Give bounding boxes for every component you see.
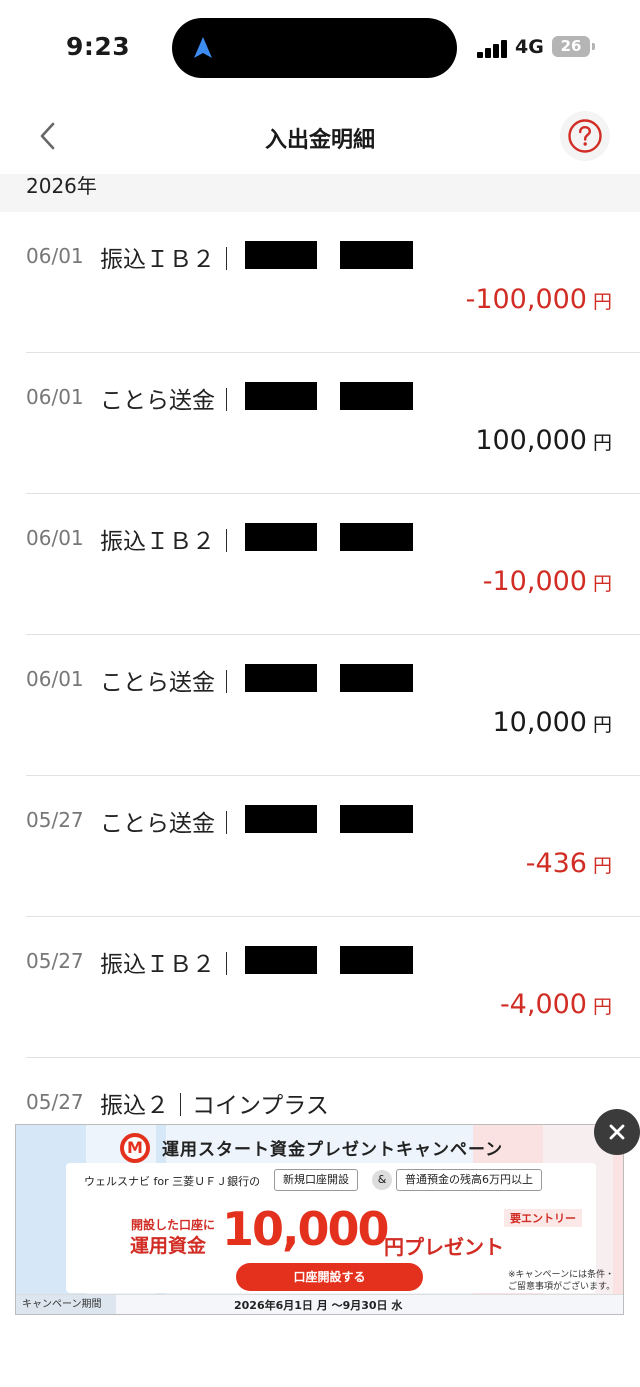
transaction-row[interactable]: 06/01 振込ＩＢ２｜ -10,000 円 xyxy=(0,494,640,635)
amount-value: 100,000 xyxy=(475,425,587,456)
year-section-header: 2026年 xyxy=(0,174,640,212)
transaction-date: 05/27 xyxy=(26,1090,84,1114)
currency-unit: 円 xyxy=(592,432,612,454)
transaction-row[interactable]: 06/01 振込ＩＢ２｜ -100,000 円 xyxy=(0,212,640,353)
network-type: 4G xyxy=(515,36,544,58)
redacted-block xyxy=(340,241,413,269)
redacted-block xyxy=(245,523,317,551)
redacted-block xyxy=(245,664,317,692)
currency-unit: 円 xyxy=(592,855,612,877)
status-time: 9:23 xyxy=(66,32,131,61)
transaction-description: 振込ＩＢ２｜ xyxy=(100,247,238,273)
transaction-date: 06/01 xyxy=(26,244,84,268)
redacted-block xyxy=(245,382,317,410)
transaction-date: 05/27 xyxy=(26,808,84,832)
redacted-block xyxy=(340,664,413,692)
page-header: 入出金明細 xyxy=(0,96,640,174)
transaction-amount: -10,000 円 xyxy=(483,566,612,597)
condition-tag: 新規口座開設 xyxy=(274,1169,358,1191)
campaign-present: 円プレゼント xyxy=(384,1235,504,1259)
close-banner-button[interactable] xyxy=(594,1109,640,1155)
redacted-block xyxy=(245,946,317,974)
amount-value: -4,000 xyxy=(499,989,587,1020)
transaction-description: 振込２｜コインプラス xyxy=(100,1093,329,1119)
transaction-description: 振込ＩＢ２｜ xyxy=(100,952,238,978)
transaction-description: ことら送金｜ xyxy=(100,670,238,696)
close-icon xyxy=(609,1124,625,1140)
transaction-description: ことら送金｜ xyxy=(100,388,238,414)
campaign-lead: 運用資金 xyxy=(130,1235,207,1257)
transaction-date: 06/01 xyxy=(26,385,84,409)
transaction-amount: 10,000 円 xyxy=(493,707,613,738)
amount-value: -100,000 xyxy=(465,284,587,315)
transaction-row[interactable]: 06/01 ことら送金｜ 10,000 円 xyxy=(0,635,640,776)
redacted-block xyxy=(245,805,317,833)
campaign-banner[interactable]: M 運用スタート資金プレゼントキャンペーン ウェルスナビ for 三菱ＵＦＪ銀行… xyxy=(15,1124,624,1315)
campaign-subtitle: ウェルスナビ for 三菱ＵＦＪ銀行の xyxy=(84,1175,261,1188)
amount-value: -436 xyxy=(525,848,587,879)
dynamic-island xyxy=(172,18,457,78)
campaign-note: ※キャンペーンには条件・ ご留意事項がございます。 xyxy=(508,1269,615,1293)
campaign-period: 2026年6月1日 月 ～9月30日 水 xyxy=(234,1299,403,1312)
transaction-date: 06/01 xyxy=(26,526,84,550)
transaction-row[interactable]: 06/01 ことら送金｜ 100,000 円 xyxy=(0,353,640,494)
transaction-description: 振込ＩＢ２｜ xyxy=(100,529,238,555)
signal-icon xyxy=(477,38,509,58)
note-line: ※キャンペーンには条件・ xyxy=(508,1270,615,1280)
redacted-block xyxy=(340,946,413,974)
transaction-row[interactable]: 05/27 振込ＩＢ２｜ -4,000 円 xyxy=(0,917,640,1058)
transaction-amount: -436 円 xyxy=(526,848,612,879)
help-button[interactable] xyxy=(560,111,610,161)
status-bar: 9:23 4G 26 xyxy=(0,0,640,96)
currency-unit: 円 xyxy=(592,573,612,595)
redacted-block xyxy=(340,805,413,833)
battery-icon: 26 xyxy=(552,36,590,57)
year-label: 2026年 xyxy=(26,174,97,198)
location-arrow-icon xyxy=(194,37,212,58)
battery-tip xyxy=(592,43,595,50)
currency-unit: 円 xyxy=(592,714,612,736)
transaction-list: 06/01 振込ＩＢ２｜ -100,000 円 06/01 ことら送金｜ 100,… xyxy=(0,212,640,1199)
amount-value: -10,000 xyxy=(482,566,587,597)
period-label: キャンペーン期間 xyxy=(16,1295,116,1314)
currency-unit: 円 xyxy=(592,996,612,1018)
transaction-description: ことら送金｜ xyxy=(100,811,238,837)
transaction-date: 05/27 xyxy=(26,949,84,973)
campaign-amount: 10,000 xyxy=(222,1202,390,1256)
transaction-row[interactable]: 05/27 ことら送金｜ -436 円 xyxy=(0,776,640,917)
amount-value: 10,000 xyxy=(492,707,587,738)
currency-unit: 円 xyxy=(592,291,612,313)
transaction-amount: -100,000 円 xyxy=(466,284,612,315)
redacted-block xyxy=(340,382,413,410)
question-circle-icon xyxy=(568,119,602,153)
entry-badge: 要エントリー xyxy=(504,1209,582,1227)
brand-logo: M xyxy=(120,1133,150,1163)
note-line: ご留意事項がございます。 xyxy=(508,1282,616,1292)
open-account-button[interactable]: 口座開設する xyxy=(236,1263,423,1291)
transaction-amount: 100,000 円 xyxy=(475,425,612,456)
redacted-block xyxy=(340,523,413,551)
transaction-date: 06/01 xyxy=(26,667,84,691)
ampersand-badge: & xyxy=(372,1170,392,1190)
redacted-block xyxy=(245,241,317,269)
campaign-footer: キャンペーン期間 2026年6月1日 月 ～9月30日 水 xyxy=(16,1294,623,1314)
transaction-amount: -4,000 円 xyxy=(500,989,612,1020)
condition-tag: 普通預金の残高6万円以上 xyxy=(396,1169,542,1191)
page-title: 入出金明細 xyxy=(264,128,375,153)
campaign-title: 運用スタート資金プレゼントキャンペーン xyxy=(162,1140,504,1160)
